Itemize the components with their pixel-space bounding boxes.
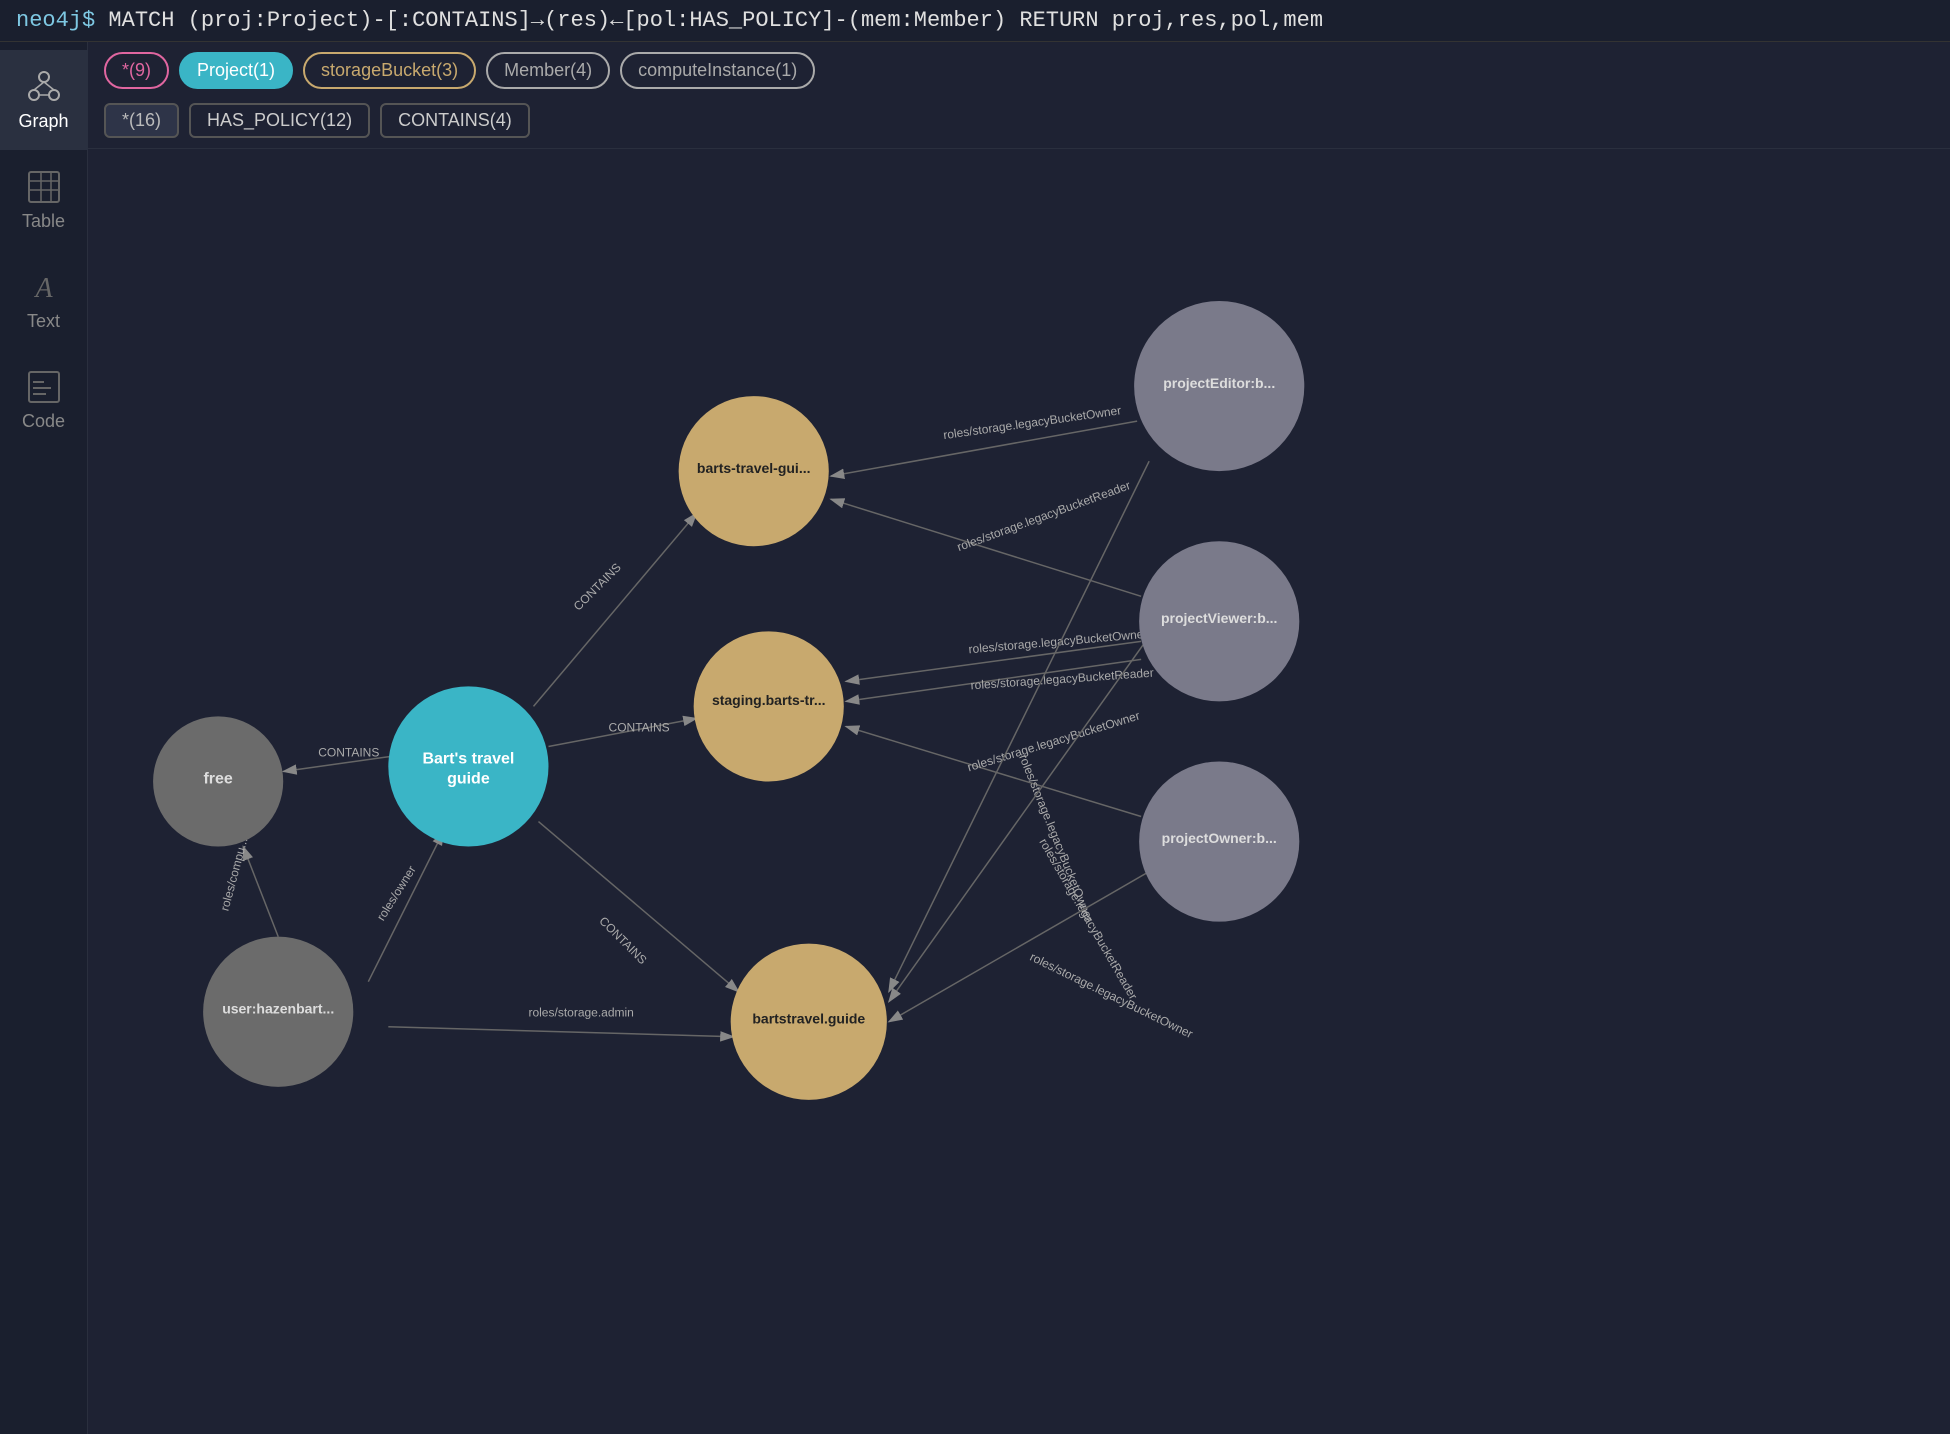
sidebar-item-graph[interactable]: Graph bbox=[0, 50, 88, 150]
edge-label-contains-2: CONTAINS bbox=[609, 720, 670, 734]
node-project-owner[interactable] bbox=[1139, 761, 1299, 921]
sidebar-item-code[interactable]: Code bbox=[0, 350, 88, 450]
node-project-viewer[interactable] bbox=[1139, 541, 1299, 701]
edge-admin bbox=[388, 1027, 733, 1037]
filter-has-policy[interactable]: HAS_POLICY(12) bbox=[189, 103, 370, 138]
filter-project[interactable]: Project(1) bbox=[179, 52, 293, 89]
graph-area: *(9) Project(1) storageBucket(3) Member(… bbox=[88, 42, 1950, 1434]
top-bar: neo4j$ MATCH (proj:Project)-[:CONTAINS]→… bbox=[0, 0, 1950, 42]
edge-label-admin: roles/storage.admin bbox=[528, 1006, 633, 1020]
table-icon bbox=[26, 169, 62, 205]
sidebar: Graph Table A Text bbox=[0, 42, 88, 1434]
edge-label-contains-1: CONTAINS bbox=[571, 560, 624, 613]
edge-label-pv-s: roles/storage.legacyBucketReader bbox=[970, 666, 1154, 693]
edge-label-compu: roles/compu... bbox=[218, 836, 251, 912]
filter-bar: *(9) Project(1) storageBucket(3) Member(… bbox=[88, 42, 1950, 149]
node-staging-barts[interactable] bbox=[694, 631, 844, 781]
graph-svg: CONTAINS CONTAINS CONTAINS CONTAINS role… bbox=[88, 149, 1950, 1434]
edge-label-pe-b1: roles/storage.legacyBucketOwner bbox=[942, 403, 1122, 442]
graph-label: Graph bbox=[18, 111, 68, 132]
table-label: Table bbox=[22, 211, 65, 232]
node-bartstravel-guide[interactable] bbox=[731, 944, 887, 1100]
node-barts-travel-gui[interactable] bbox=[679, 396, 829, 546]
filter-all-rels[interactable]: *(16) bbox=[104, 103, 179, 138]
text-label: Text bbox=[27, 311, 60, 332]
code-icon bbox=[26, 369, 62, 405]
sidebar-item-text[interactable]: A Text bbox=[0, 250, 88, 350]
node-barts-travel-guide[interactable] bbox=[388, 686, 548, 846]
filter-computeinstance[interactable]: computeInstance(1) bbox=[620, 52, 815, 89]
filter-all-nodes[interactable]: *(9) bbox=[104, 52, 169, 89]
main-content: Graph Table A Text bbox=[0, 42, 1950, 1434]
edge-label-pv-b1: roles/storage.legacyBucketReader bbox=[955, 478, 1132, 554]
code-label: Code bbox=[22, 411, 65, 432]
graph-icon bbox=[26, 69, 62, 105]
edge-compu bbox=[243, 847, 278, 937]
edge-contains-1 bbox=[533, 513, 696, 706]
edge-pv-b1 bbox=[831, 499, 1141, 596]
node-user-hazenbart[interactable] bbox=[203, 937, 353, 1087]
query-text: MATCH (proj:Project)-[:CONTAINS]→(res)←[… bbox=[95, 8, 1323, 33]
text-icon: A bbox=[26, 269, 62, 305]
edge-label-contains-3: CONTAINS bbox=[596, 914, 649, 967]
filter-storagebucket[interactable]: storageBucket(3) bbox=[303, 52, 476, 89]
edge-po-s bbox=[846, 726, 1141, 816]
edge-contains-3 bbox=[538, 822, 738, 992]
prompt: neo4j$ bbox=[16, 8, 95, 33]
node-project-editor[interactable] bbox=[1134, 301, 1304, 471]
sidebar-item-table[interactable]: Table bbox=[0, 150, 88, 250]
svg-text:A: A bbox=[33, 273, 53, 304]
edge-label-contains-4: CONTAINS bbox=[318, 745, 379, 759]
filter-contains[interactable]: CONTAINS(4) bbox=[380, 103, 530, 138]
edge-label-po-s: roles/storage.legacyBucketOwner bbox=[966, 709, 1142, 775]
filter-member[interactable]: Member(4) bbox=[486, 52, 610, 89]
node-free[interactable] bbox=[153, 716, 283, 846]
graph-canvas[interactable]: CONTAINS CONTAINS CONTAINS CONTAINS role… bbox=[88, 149, 1950, 1434]
